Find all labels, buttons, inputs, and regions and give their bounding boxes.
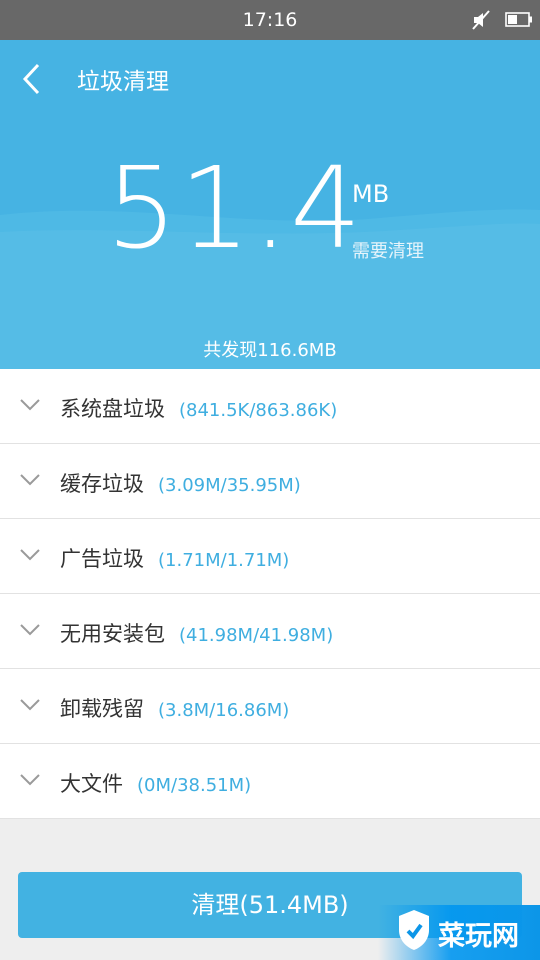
status-time: 17:16: [242, 9, 298, 31]
junk-category-list: 系统盘垃圾 (841.5K/863.86K) 缓存垃圾 (3.09M/35.95M)…: [0, 369, 540, 819]
total-found-text: 共发现116.6MB: [203, 340, 337, 361]
chevron-down-icon: [20, 399, 40, 411]
category-label: 缓存垃圾: [60, 472, 144, 496]
page-title: 垃圾清理: [77, 69, 169, 95]
category-row-large-files[interactable]: 大文件 (0M/38.51M): [0, 744, 540, 819]
category-size: (0M/38.51M): [137, 775, 252, 796]
back-button[interactable]: [14, 62, 54, 96]
chevron-down-icon: [20, 699, 40, 711]
category-row-cache[interactable]: 缓存垃圾 (3.09M/35.95M): [0, 444, 540, 519]
category-row-system[interactable]: 系统盘垃圾 (841.5K/863.86K): [0, 369, 540, 444]
category-size: (3.09M/35.95M): [158, 475, 301, 496]
category-label: 广告垃圾: [60, 547, 144, 571]
need-clean-caption: 需要清理: [352, 241, 424, 262]
battery-icon: [505, 12, 532, 27]
mute-icon: [472, 10, 490, 30]
chevron-down-icon: [20, 549, 40, 561]
category-size: (1.71M/1.71M): [158, 550, 290, 571]
cleanup-summary-panel: 垃圾清理 51.4 MB 需要清理 共发现116.6MB: [0, 40, 540, 369]
category-size: (841.5K/863.86K): [179, 400, 338, 421]
status-bar: 17:16: [0, 0, 540, 40]
chevron-down-icon: [20, 624, 40, 636]
category-label: 卸载残留: [60, 697, 144, 721]
category-row-apk[interactable]: 无用安装包 (41.98M/41.98M): [0, 594, 540, 669]
category-row-uninstall[interactable]: 卸载残留 (3.8M/16.86M): [0, 669, 540, 744]
category-size: (41.98M/41.98M): [179, 625, 334, 646]
junk-amount: 51.4: [106, 144, 364, 274]
shield-logo-icon: [399, 910, 429, 950]
chevron-down-icon: [20, 474, 40, 486]
category-label: 无用安装包: [60, 622, 165, 646]
chevron-down-icon: [20, 774, 40, 786]
watermark-text: 菜玩网: [438, 921, 519, 952]
category-size: (3.8M/16.86M): [158, 700, 290, 721]
junk-unit: MB: [352, 180, 390, 208]
category-row-ads[interactable]: 广告垃圾 (1.71M/1.71M): [0, 519, 540, 594]
category-label: 系统盘垃圾: [60, 397, 165, 421]
category-label: 大文件: [60, 772, 123, 796]
